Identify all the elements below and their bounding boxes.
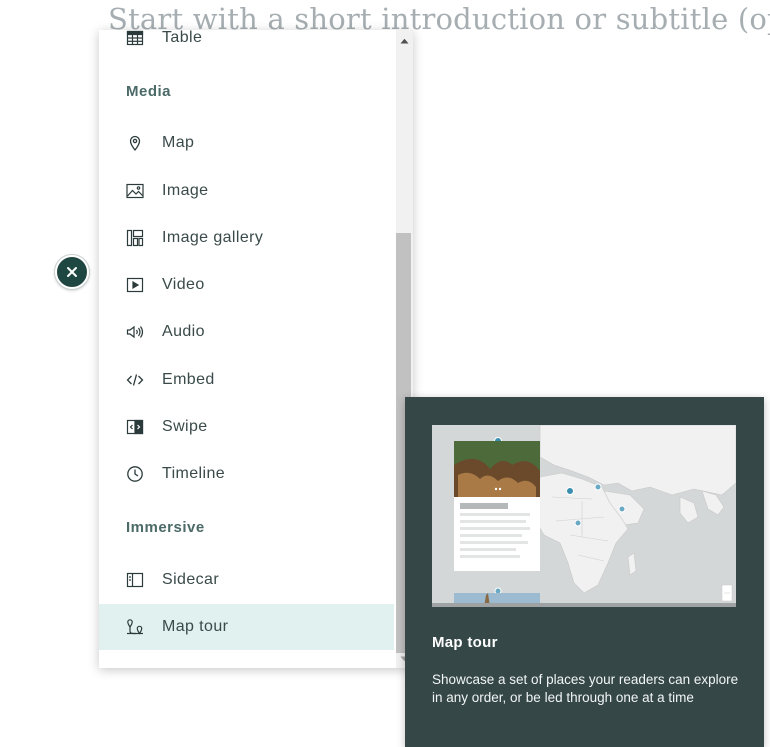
- close-block-menu-button[interactable]: [55, 255, 89, 289]
- tooltip-title: Map tour: [432, 634, 498, 651]
- block-preview-tooltip: Map tour Showcase a set of places your r…: [405, 397, 764, 747]
- menu-item-table[interactable]: Table: [99, 30, 394, 61]
- section-heading-media: Media: [126, 83, 172, 100]
- menu-item-video[interactable]: Video: [99, 262, 394, 308]
- menu-item-label: Sidecar: [162, 571, 220, 588]
- tooltip-description: Showcase a set of places your readers ca…: [432, 672, 739, 705]
- menu-item-label: Table: [162, 30, 203, 46]
- map-pin-icon: [125, 133, 145, 153]
- menu-item-label: Map tour: [162, 618, 229, 635]
- audio-icon: [125, 322, 145, 342]
- scroll-up-arrow-icon[interactable]: [396, 30, 413, 52]
- menu-item-label: Image gallery: [162, 229, 264, 246]
- menu-item-swipe[interactable]: Swipe: [99, 404, 394, 450]
- sidecar-icon: [125, 570, 145, 590]
- menu-item-sidecar[interactable]: Sidecar: [99, 557, 394, 603]
- menu-item-label: Timeline: [162, 465, 226, 482]
- menu-item-map-tour[interactable]: Map tour: [99, 604, 394, 650]
- menu-item-label: Map: [162, 134, 195, 151]
- table-icon: [125, 30, 145, 48]
- menu-item-label: Embed: [162, 371, 215, 388]
- menu-item-map[interactable]: Map: [99, 120, 394, 166]
- timeline-icon: [125, 464, 145, 484]
- menu-item-label: Image: [162, 182, 209, 199]
- video-icon: [125, 275, 145, 295]
- menu-item-label: Swipe: [162, 418, 208, 435]
- menu-item-image[interactable]: Image: [99, 168, 394, 214]
- menu-item-embed[interactable]: Embed: [99, 357, 394, 403]
- menu-item-timeline[interactable]: Timeline: [99, 451, 394, 497]
- close-icon: [67, 267, 77, 277]
- map-tour-preview-image: [432, 425, 736, 607]
- menu-item-image-gallery[interactable]: Image gallery: [99, 215, 394, 261]
- image-gallery-icon: [125, 228, 145, 248]
- menu-item-audio[interactable]: Audio: [99, 309, 394, 355]
- section-heading-immersive: Immersive: [126, 519, 205, 536]
- map-tour-icon: [125, 617, 145, 637]
- menu-item-label: Audio: [162, 323, 205, 340]
- swipe-icon: [125, 417, 145, 437]
- block-menu: Table Media Map Image Image gallery Vide…: [99, 30, 413, 668]
- embed-icon: [125, 370, 145, 390]
- image-icon: [125, 181, 145, 201]
- menu-item-label: Video: [162, 276, 205, 293]
